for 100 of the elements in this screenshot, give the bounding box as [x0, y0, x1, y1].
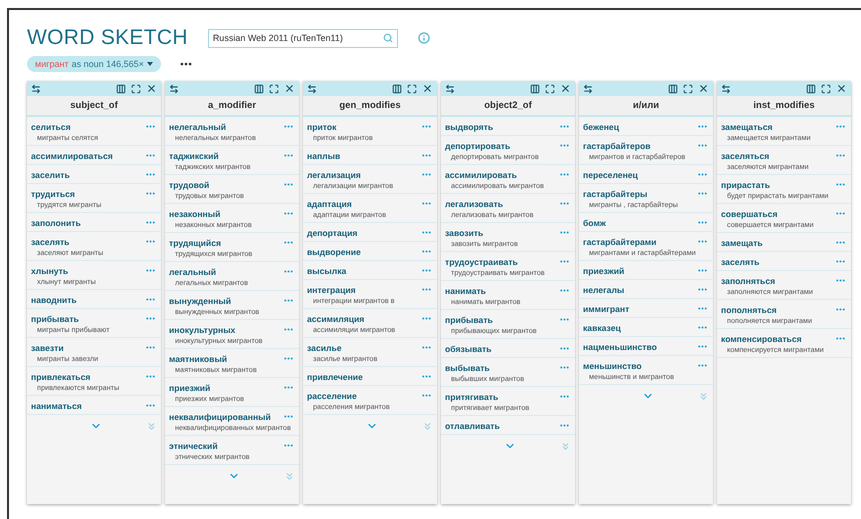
collocate-link[interactable]: таджикский — [169, 150, 219, 161]
collocate-link[interactable]: прирастать — [721, 180, 770, 190]
collocate-link[interactable]: интеграция — [307, 284, 356, 295]
close-icon[interactable] — [836, 83, 847, 94]
collocate-link[interactable]: засилье — [307, 342, 342, 353]
collocate-link[interactable]: заселить — [31, 170, 70, 180]
collocate-link[interactable]: выбывать — [445, 362, 490, 373]
close-icon[interactable] — [698, 83, 709, 94]
collocate-link[interactable]: неквалифицированный — [169, 412, 271, 422]
collocate-link[interactable]: завозить — [445, 228, 484, 238]
collocate-link[interactable]: выдворять — [445, 122, 494, 132]
info-icon[interactable] — [418, 32, 430, 44]
search-icon[interactable] — [382, 33, 393, 43]
swap-icon[interactable] — [307, 84, 317, 94]
collocate-link[interactable]: этнический — [169, 440, 218, 451]
collocate-link[interactable]: меньшинство — [583, 360, 642, 371]
collocate-link[interactable]: завезти — [31, 342, 64, 353]
collocate-link[interactable]: незаконный — [169, 208, 220, 219]
collocate-link[interactable]: наниматься — [31, 400, 82, 411]
collocate-link[interactable]: хлынуть — [31, 266, 68, 276]
collocate-link[interactable]: ассимилировать — [445, 170, 517, 180]
collocate-link[interactable]: привлекаться — [31, 372, 90, 382]
collocate-link[interactable]: кавказец — [583, 322, 621, 333]
double-chevron-icon[interactable] — [146, 420, 157, 432]
collocate-link[interactable]: трудоустраивать — [445, 256, 518, 267]
query-chip[interactable]: мигрант as noun 146,565× — [27, 56, 161, 72]
close-icon[interactable] — [560, 83, 571, 94]
swap-icon[interactable] — [31, 84, 41, 94]
collocate-link[interactable]: вынужденный — [169, 296, 232, 306]
swap-icon[interactable] — [445, 84, 455, 94]
grid-icon[interactable] — [668, 84, 678, 94]
grid-icon[interactable] — [116, 84, 126, 94]
close-icon[interactable] — [146, 83, 157, 94]
collocate-link[interactable]: компенсироваться — [721, 334, 802, 344]
collocate-link[interactable]: притягивать — [445, 392, 498, 402]
grid-icon[interactable] — [530, 84, 540, 94]
collocate-link[interactable]: нанимать — [445, 286, 486, 296]
collocate-link[interactable]: приезжий — [583, 266, 624, 276]
expand-icon[interactable] — [131, 84, 141, 94]
collocate-link[interactable]: переселенец — [583, 170, 638, 180]
collocate-link[interactable]: заселять — [721, 256, 760, 267]
collocate-link[interactable]: инокультурных — [169, 324, 236, 335]
collocate-link[interactable]: наплыв — [307, 150, 340, 161]
collocate-link[interactable]: легализовать — [445, 198, 503, 209]
expand-icon[interactable] — [269, 84, 279, 94]
collocate-link[interactable]: трудиться — [31, 188, 75, 199]
grid-icon[interactable] — [392, 84, 402, 94]
collocate-link[interactable]: депортировать — [445, 140, 510, 150]
grid-icon[interactable] — [254, 84, 264, 94]
collocate-link[interactable]: заселять — [31, 236, 70, 247]
collocate-link[interactable]: приток — [307, 122, 336, 132]
close-icon[interactable] — [284, 83, 295, 94]
collocate-link[interactable]: гастарбайтеры — [583, 188, 648, 199]
collocate-link[interactable]: наводнить — [31, 294, 77, 305]
expand-icon[interactable] — [407, 84, 417, 94]
double-chevron-icon[interactable] — [698, 390, 709, 402]
collocate-link[interactable]: прибывать — [445, 314, 493, 325]
corpus-search-field[interactable]: Russian Web 2011 (ruTenTen11) — [208, 28, 398, 48]
collocate-link[interactable]: отлавливать — [445, 420, 500, 431]
collocate-link[interactable]: заполняться — [721, 276, 776, 286]
collocate-link[interactable]: обязывать — [445, 344, 492, 354]
collocate-link[interactable]: нацменьшинство — [583, 342, 657, 352]
collocate-link[interactable]: замещаться — [721, 122, 772, 132]
collocate-link[interactable]: выдворение — [307, 246, 361, 257]
double-chevron-icon[interactable] — [422, 420, 433, 432]
collocate-link[interactable]: ассимиляция — [307, 314, 364, 324]
grid-icon[interactable] — [806, 84, 816, 94]
swap-icon[interactable] — [169, 84, 179, 94]
collocate-link[interactable]: привлечение — [307, 372, 363, 382]
collocate-link[interactable]: замещать — [721, 238, 763, 248]
double-chevron-icon[interactable] — [284, 470, 295, 482]
collocate-link[interactable]: адаптация — [307, 198, 352, 209]
collocate-link[interactable]: высылка — [307, 266, 346, 276]
close-icon[interactable] — [422, 83, 433, 94]
swap-icon[interactable] — [583, 84, 593, 94]
swap-icon[interactable] — [721, 84, 731, 94]
collocate-link[interactable]: легализация — [307, 170, 361, 180]
collocate-link[interactable]: трудящийся — [169, 238, 221, 248]
collocate-link[interactable]: нелегальный — [169, 122, 226, 132]
collocate-link[interactable]: гастарбайтерами — [583, 236, 656, 247]
collocate-link[interactable]: приезжий — [169, 382, 210, 393]
collocate-link[interactable]: гастарбайтеров — [583, 140, 651, 150]
expand-icon[interactable] — [821, 84, 831, 94]
collocate-link[interactable]: расселение — [307, 390, 357, 401]
collocate-link[interactable]: депортация — [307, 228, 358, 238]
collocate-link[interactable]: трудовой — [169, 180, 210, 190]
collocate-link[interactable]: легальный — [169, 266, 216, 277]
expand-icon[interactable] — [683, 84, 693, 94]
expand-icon[interactable] — [545, 84, 555, 94]
collocate-link[interactable]: беженец — [583, 122, 619, 132]
collocate-link[interactable]: маятниковый — [169, 354, 228, 364]
collocate-link[interactable]: заселяться — [721, 150, 770, 161]
collocate-link[interactable]: заполонить — [31, 218, 81, 228]
double-chevron-icon[interactable] — [560, 440, 571, 452]
collocate-link[interactable]: прибывать — [31, 314, 79, 324]
collocate-link[interactable]: совершаться — [721, 208, 778, 219]
collocate-link[interactable]: нелегалы — [583, 284, 624, 295]
collocate-link[interactable]: селиться — [31, 122, 71, 132]
collocate-link[interactable]: ассимилироваться — [31, 150, 113, 161]
collocate-link[interactable]: пополняться — [721, 304, 777, 315]
